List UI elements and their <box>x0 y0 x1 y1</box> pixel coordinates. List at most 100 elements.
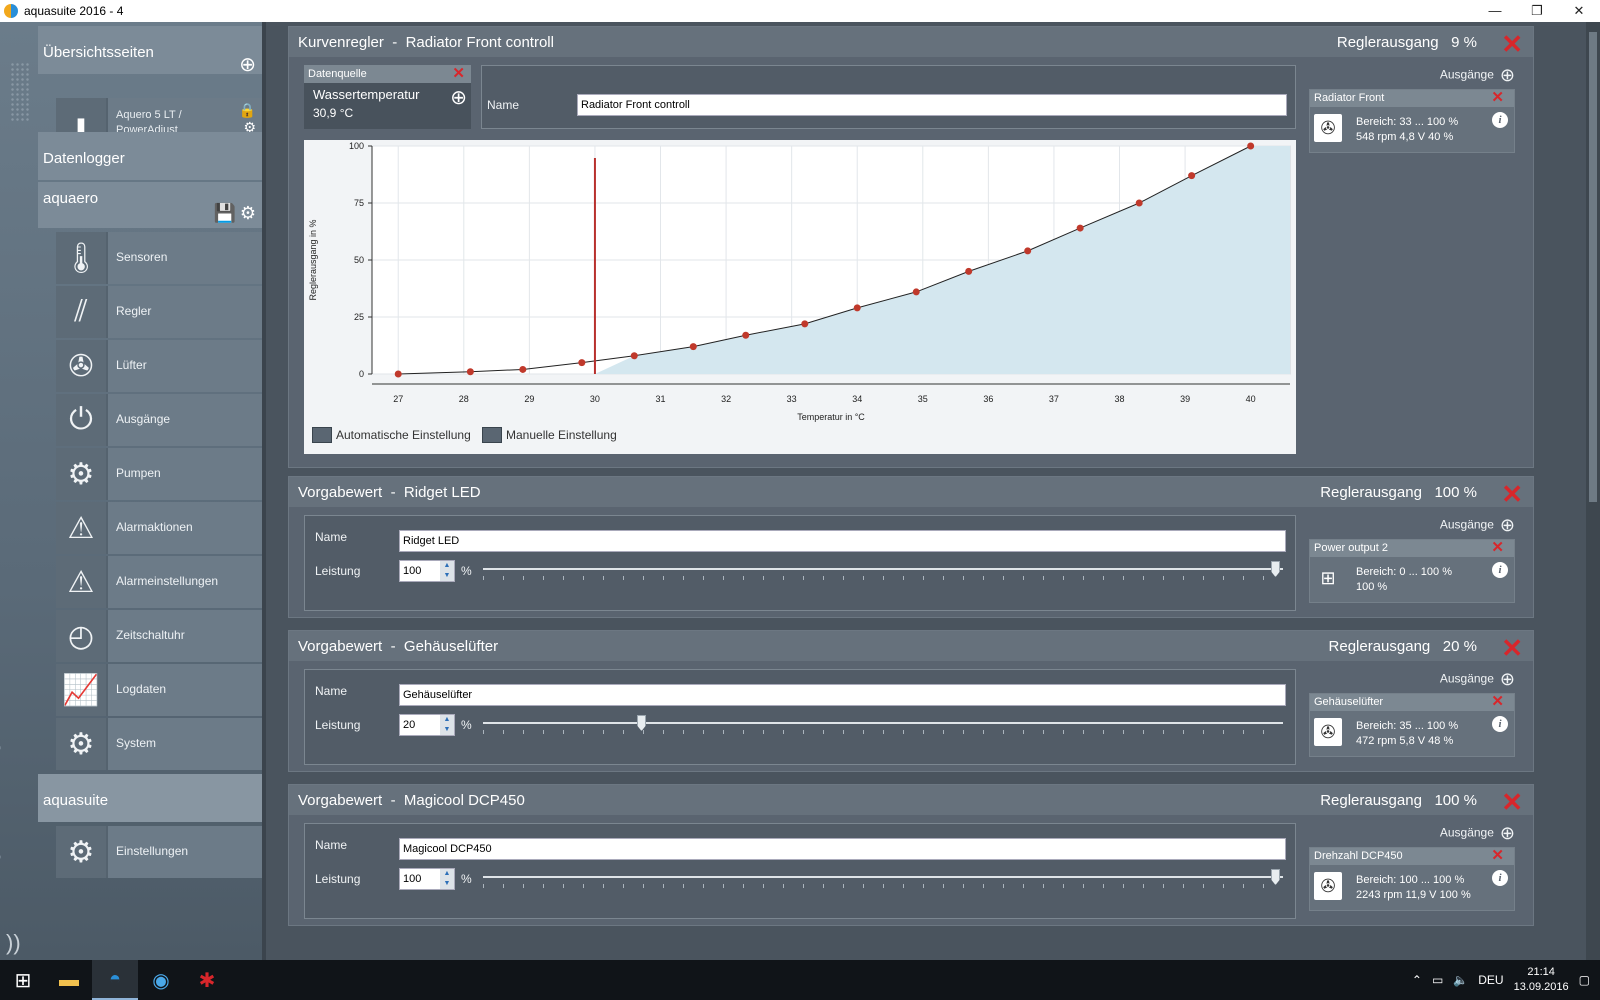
nav-item-lüfter[interactable]: ✇ Lüfter <box>56 340 262 392</box>
curve-chart[interactable]: 27 28 29 30 31 32 33 34 35 36 37 38 39 40 0 25 50 75 100 Te… <box>304 140 1296 454</box>
name-field[interactable]: Gehäuselüfter <box>399 684 1286 706</box>
clock[interactable]: 21:14 13.09.2016 <box>1514 965 1569 995</box>
alarm-settings-icon: ⚠ <box>56 556 108 608</box>
panel-close-icon[interactable]: ✕ <box>1501 633 1523 664</box>
add-output-icon[interactable]: ⊕ <box>1500 823 1515 843</box>
info-icon[interactable]: i <box>1492 112 1508 128</box>
maximize-button[interactable]: ❐ <box>1516 3 1558 19</box>
nav-item-label: Zeitschaltuhr <box>116 628 185 642</box>
nav-item-zeitschaltuhr[interactable]: ◴ Zeitschaltuhr <box>56 610 262 662</box>
auto-setting-button[interactable]: Automatische Einstellung <box>312 427 471 443</box>
x-tick-label: 35 <box>918 394 928 404</box>
power-slider[interactable] <box>483 561 1283 580</box>
curve-point <box>689 343 697 351</box>
output-status: 2243 rpm 11,9 V 100 % <box>1356 889 1471 901</box>
nav-item-sensoren[interactable]: 🌡 Sensoren <box>56 232 262 284</box>
nav-item-einstellungen[interactable]: ⚙ Einstellungen <box>56 826 262 878</box>
notification-icon[interactable]: ▢ <box>1579 973 1590 987</box>
nav-item-logdaten[interactable]: 📈 Logdaten <box>56 664 262 716</box>
outputs-label: Ausgänge <box>1439 67 1494 82</box>
slider-knob[interactable] <box>1271 561 1280 577</box>
power-output-icon: ⊞ <box>1320 567 1336 588</box>
slider-knob[interactable] <box>637 715 646 731</box>
pump-icon: ⚙ <box>56 448 108 500</box>
scrollbar-thumb[interactable] <box>1589 32 1597 502</box>
power-stepper[interactable]: 100 ▲ ▼ <box>399 560 455 582</box>
output-range: Bereich: 100 ... 100 % <box>1356 874 1465 886</box>
nav-overview[interactable]: Übersichtsseiten ⊕ <box>38 26 262 77</box>
name-field[interactable]: Ridget LED <box>399 530 1286 552</box>
nav-item-alarmeinstellungen[interactable]: ⚠ Alarmeinstellungen <box>56 556 262 608</box>
app-taskbar-icon[interactable]: ✱ <box>184 960 230 1000</box>
nav-item-pumpen[interactable]: ⚙ Pumpen <box>56 448 262 500</box>
language-indicator[interactable]: DEU <box>1478 973 1503 987</box>
nav-item-ausgänge[interactable]: ⏻ Ausgänge <box>56 394 262 446</box>
manual-setting-button[interactable]: Manuelle Einstellung <box>482 427 617 443</box>
nav-item-alarmaktionen[interactable]: ⚠ Alarmaktionen <box>56 502 262 554</box>
manual-setting-label: Manuelle Einstellung <box>506 428 617 442</box>
aquasuite-taskbar-icon[interactable]: ◓ <box>92 960 138 1000</box>
nav-item-label: Regler <box>116 304 152 318</box>
stepper-arrows-icon[interactable]: ▲ ▼ <box>440 715 454 735</box>
info-icon[interactable]: i <box>1492 716 1508 732</box>
chart-svg[interactable]: 27 28 29 30 31 32 33 34 35 36 37 38 39 40 0 25 50 75 100 Te… <box>304 140 1296 454</box>
controller-panel-preset: Vorgabewert - Ridget LED Reglerausgang 1… <box>288 476 1534 618</box>
browser-taskbar-icon[interactable]: ◉ <box>138 960 184 1000</box>
preset-box: Name Magicool DCP450 Leistung 100 ▲ ▼ % <box>304 823 1296 919</box>
network-icon[interactable]: ▭ <box>1432 973 1443 987</box>
remove-output-icon[interactable]: ✕ <box>1491 538 1504 556</box>
outputs-label: Ausgänge <box>1439 825 1494 840</box>
nav-item-system[interactable]: ⚙ System <box>56 718 262 770</box>
tray-chevron-icon[interactable]: ⌃ <box>1412 973 1422 987</box>
output-card[interactable]: Gehäuselüfter ✕ ✇ i Bereich: 35 ... 100 %… <box>1309 693 1515 757</box>
info-icon[interactable]: i <box>1492 562 1508 578</box>
x-tick-label: 32 <box>721 394 731 404</box>
panel-close-icon[interactable]: ✕ <box>1501 787 1523 818</box>
power-slider[interactable] <box>483 715 1283 734</box>
name-label: Name <box>315 684 348 698</box>
output-card[interactable]: Power output 2 ✕ ⊞ i Bereich: 0 ... 100 %… <box>1309 539 1515 603</box>
remove-output-icon[interactable]: ✕ <box>1491 846 1504 864</box>
save-icon[interactable]: 💾 <box>213 203 235 224</box>
lock-icon[interactable]: 🔒 <box>239 102 256 119</box>
nav-aquasuite[interactable]: aquasuite <box>38 774 262 822</box>
nav-datalogger[interactable]: Datenlogger <box>38 132 262 180</box>
app-icon <box>4 4 18 18</box>
add-output-icon[interactable]: ⊕ <box>1500 65 1515 85</box>
vertical-scrollbar[interactable] <box>1586 22 1600 960</box>
nav-aquaero[interactable]: aquaero 💾 ⚙ <box>38 182 262 228</box>
panel-close-icon[interactable]: ✕ <box>1501 479 1523 510</box>
panel-header: Kurvenregler - Radiator Front controll R… <box>289 27 1533 60</box>
name-field[interactable]: Magicool DCP450 <box>399 838 1286 860</box>
x-tick-label: 30 <box>590 394 600 404</box>
datasource-reading: 30,9 °C <box>313 106 354 120</box>
stepper-arrows-icon[interactable]: ▲ ▼ <box>440 561 454 581</box>
power-stepper[interactable]: 100 ▲ ▼ <box>399 868 455 890</box>
add-overview-icon[interactable]: ⊕ <box>239 52 256 77</box>
volume-icon[interactable]: 🔈 <box>1453 973 1468 987</box>
slider-knob[interactable] <box>1271 869 1280 885</box>
nav-item-regler[interactable]: ⫽ Regler <box>56 286 262 338</box>
add-output-icon[interactable]: ⊕ <box>1500 515 1515 535</box>
info-icon[interactable]: i <box>1492 870 1508 886</box>
panel-name: Ridget LED <box>403 483 481 501</box>
datasource-remove-icon[interactable]: ✕ <box>452 64 465 82</box>
add-output-icon[interactable]: ⊕ <box>1500 669 1515 689</box>
file-explorer-icon[interactable]: ▬ <box>46 960 92 1000</box>
add-datasource-icon[interactable]: ⊕ <box>450 85 467 110</box>
minimize-button[interactable]: — <box>1474 3 1516 19</box>
remove-output-icon[interactable]: ✕ <box>1491 692 1504 710</box>
output-card[interactable]: Radiator Front ✕ ✇ i Bereich: 33 ... 100 … <box>1309 89 1515 153</box>
start-button[interactable]: ⊞ <box>0 960 46 1000</box>
panel-name: Radiator Front controll <box>405 33 554 51</box>
panel-close-icon[interactable]: ✕ <box>1501 29 1523 60</box>
close-button[interactable]: ✕ <box>1558 3 1600 19</box>
datasource-label: Datenquelle <box>308 68 367 80</box>
remove-output-icon[interactable]: ✕ <box>1491 88 1504 106</box>
output-card[interactable]: Drehzahl DCP450 ✕ ✇ i Bereich: 100 ... 10… <box>1309 847 1515 911</box>
stepper-arrows-icon[interactable]: ▲ ▼ <box>440 869 454 889</box>
name-field[interactable]: Radiator Front controll <box>577 94 1287 116</box>
power-slider[interactable] <box>483 869 1283 888</box>
aquaero-settings-icon[interactable]: ⚙ <box>240 203 256 224</box>
power-stepper[interactable]: 20 ▲ ▼ <box>399 714 455 736</box>
